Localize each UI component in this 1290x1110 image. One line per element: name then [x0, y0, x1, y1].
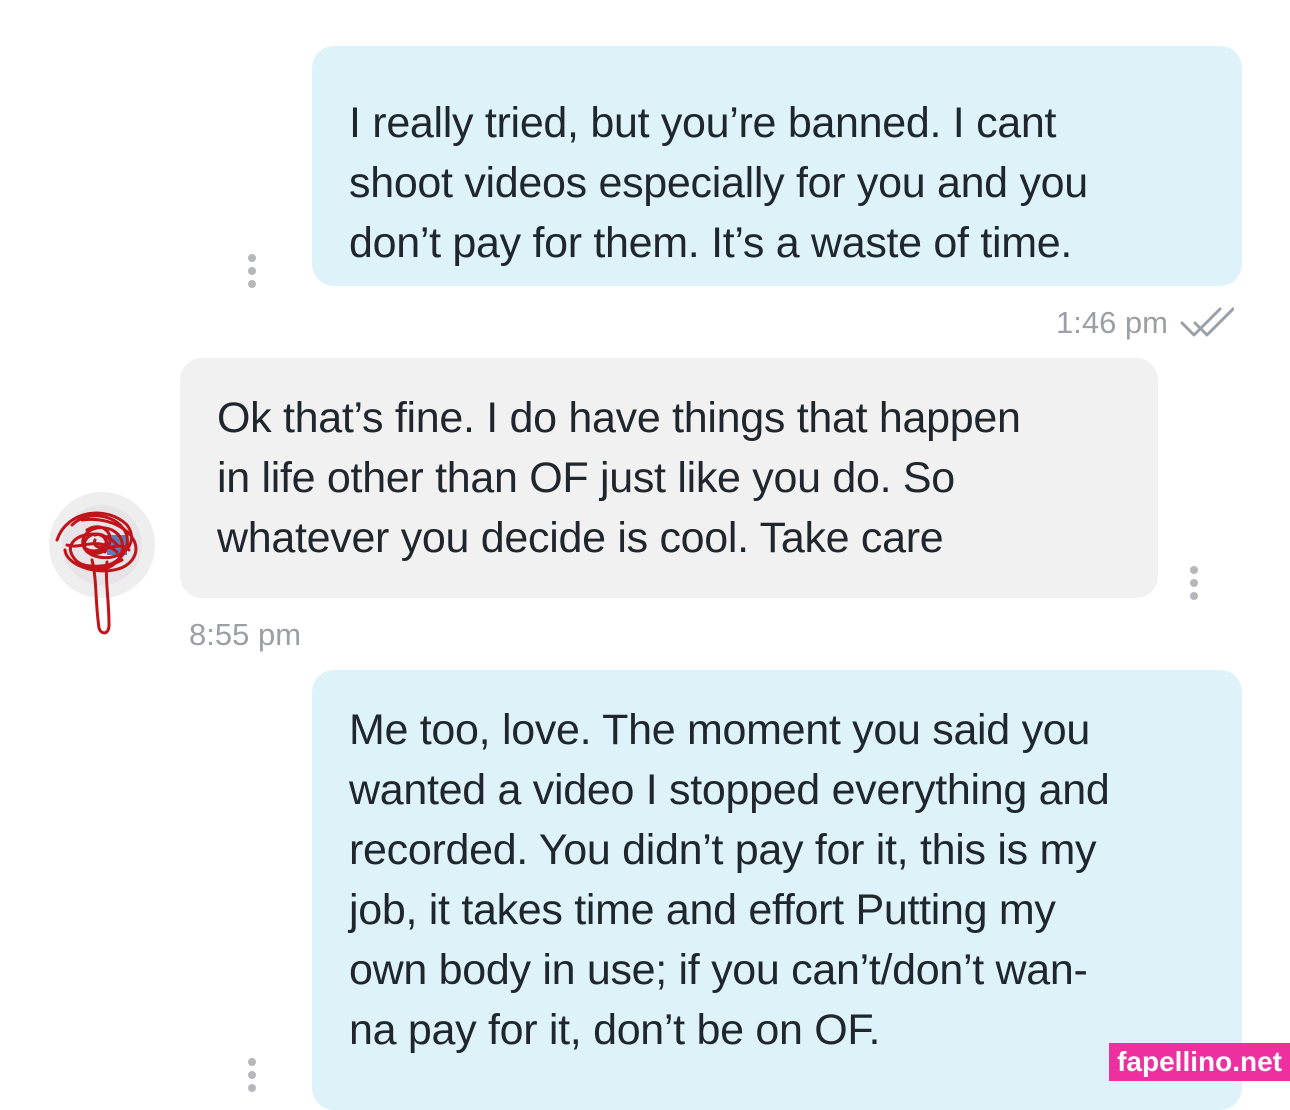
message-text-line: shoot videos especially for you and you	[349, 159, 1088, 207]
message-text-line: wanted a video I stopped everything and	[349, 766, 1110, 814]
avatar[interactable]	[47, 490, 157, 635]
message-timestamp: 8:55 pm	[189, 617, 302, 652]
message-text-line: in life other than OF just like you do. …	[217, 454, 955, 502]
double-check-icon	[1180, 307, 1234, 337]
message-text-line: Me too, love. The moment you said you	[349, 706, 1091, 754]
message-text-line: job, it takes time and effort Putting my	[349, 886, 1056, 934]
incoming-message-bubble[interactable]: Ok that’s fine. I do have things that ha…	[180, 358, 1158, 598]
message-text-line: don’t pay for them. It’s a waste of time…	[349, 219, 1073, 267]
message-text-line: own body in use; if you can’t/don’t wan-	[349, 946, 1088, 994]
message-timestamp: 1:46 pm	[1055, 305, 1168, 340]
message-menu-icon[interactable]	[246, 1058, 258, 1098]
outgoing-message-bubble[interactable]: I really tried, but you’re banned. I can…	[312, 46, 1242, 286]
watermark: fapellino.net	[1109, 1043, 1290, 1081]
message-text-line: Ok that’s fine. I do have things that ha…	[217, 394, 1021, 442]
message-text-line: I really tried, but you’re banned. I can…	[349, 99, 1057, 147]
message-text-line: recorded. You didn’t pay for it, this is…	[349, 826, 1097, 874]
message-menu-icon[interactable]	[1188, 566, 1200, 606]
outgoing-message-bubble[interactable]: Me too, love. The moment you said you wa…	[312, 670, 1242, 1110]
message-menu-icon[interactable]	[246, 254, 258, 294]
message-text-line: na pay for it, don’t be on OF.	[349, 1006, 881, 1054]
message-text-line: whatever you decide is cool. Take care	[217, 514, 944, 562]
